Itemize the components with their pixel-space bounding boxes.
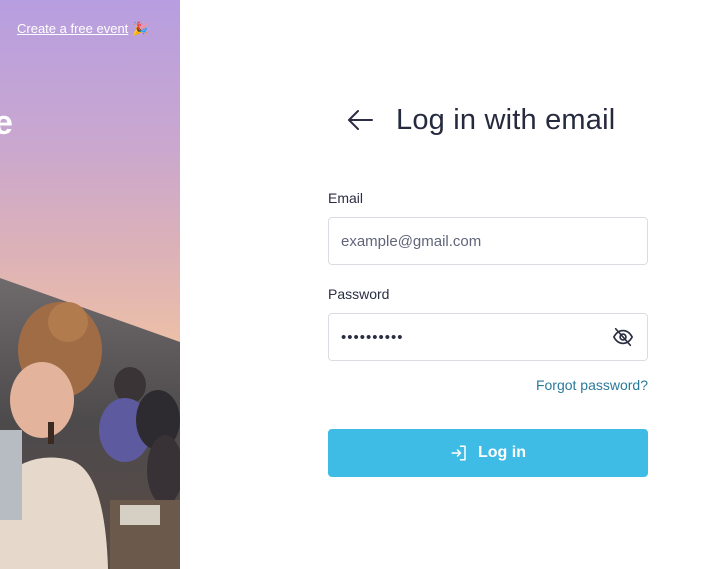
create-free-event-label: Create a free event [17,21,129,36]
eye-off-icon [612,327,634,347]
create-free-event-link[interactable]: Create a free event 🎉 [17,21,148,37]
party-popper-icon: 🎉 [132,21,149,36]
promo-panel: Create a free event 🎉 e [0,0,180,569]
toggle-password-visibility-button[interactable] [611,325,635,349]
email-input[interactable] [341,232,635,250]
password-field[interactable]: •••••••••• [328,313,648,361]
back-button[interactable] [344,104,376,136]
login-button-label: Log in [478,444,526,461]
login-header: Log in with email [344,100,615,140]
email-field-wrapper [328,217,648,265]
page-title: Log in with email [396,103,616,136]
email-label: Email [328,190,364,206]
forgot-password-link[interactable]: Forgot password? [536,377,648,393]
arrow-left-icon [348,110,373,130]
event-crowd-photo [0,278,180,569]
password-label: Password [328,286,390,302]
login-button[interactable]: Log in [328,429,648,477]
log-in-icon [450,444,468,462]
promo-headline: e [0,104,13,142]
password-input[interactable]: •••••••••• [341,329,611,346]
